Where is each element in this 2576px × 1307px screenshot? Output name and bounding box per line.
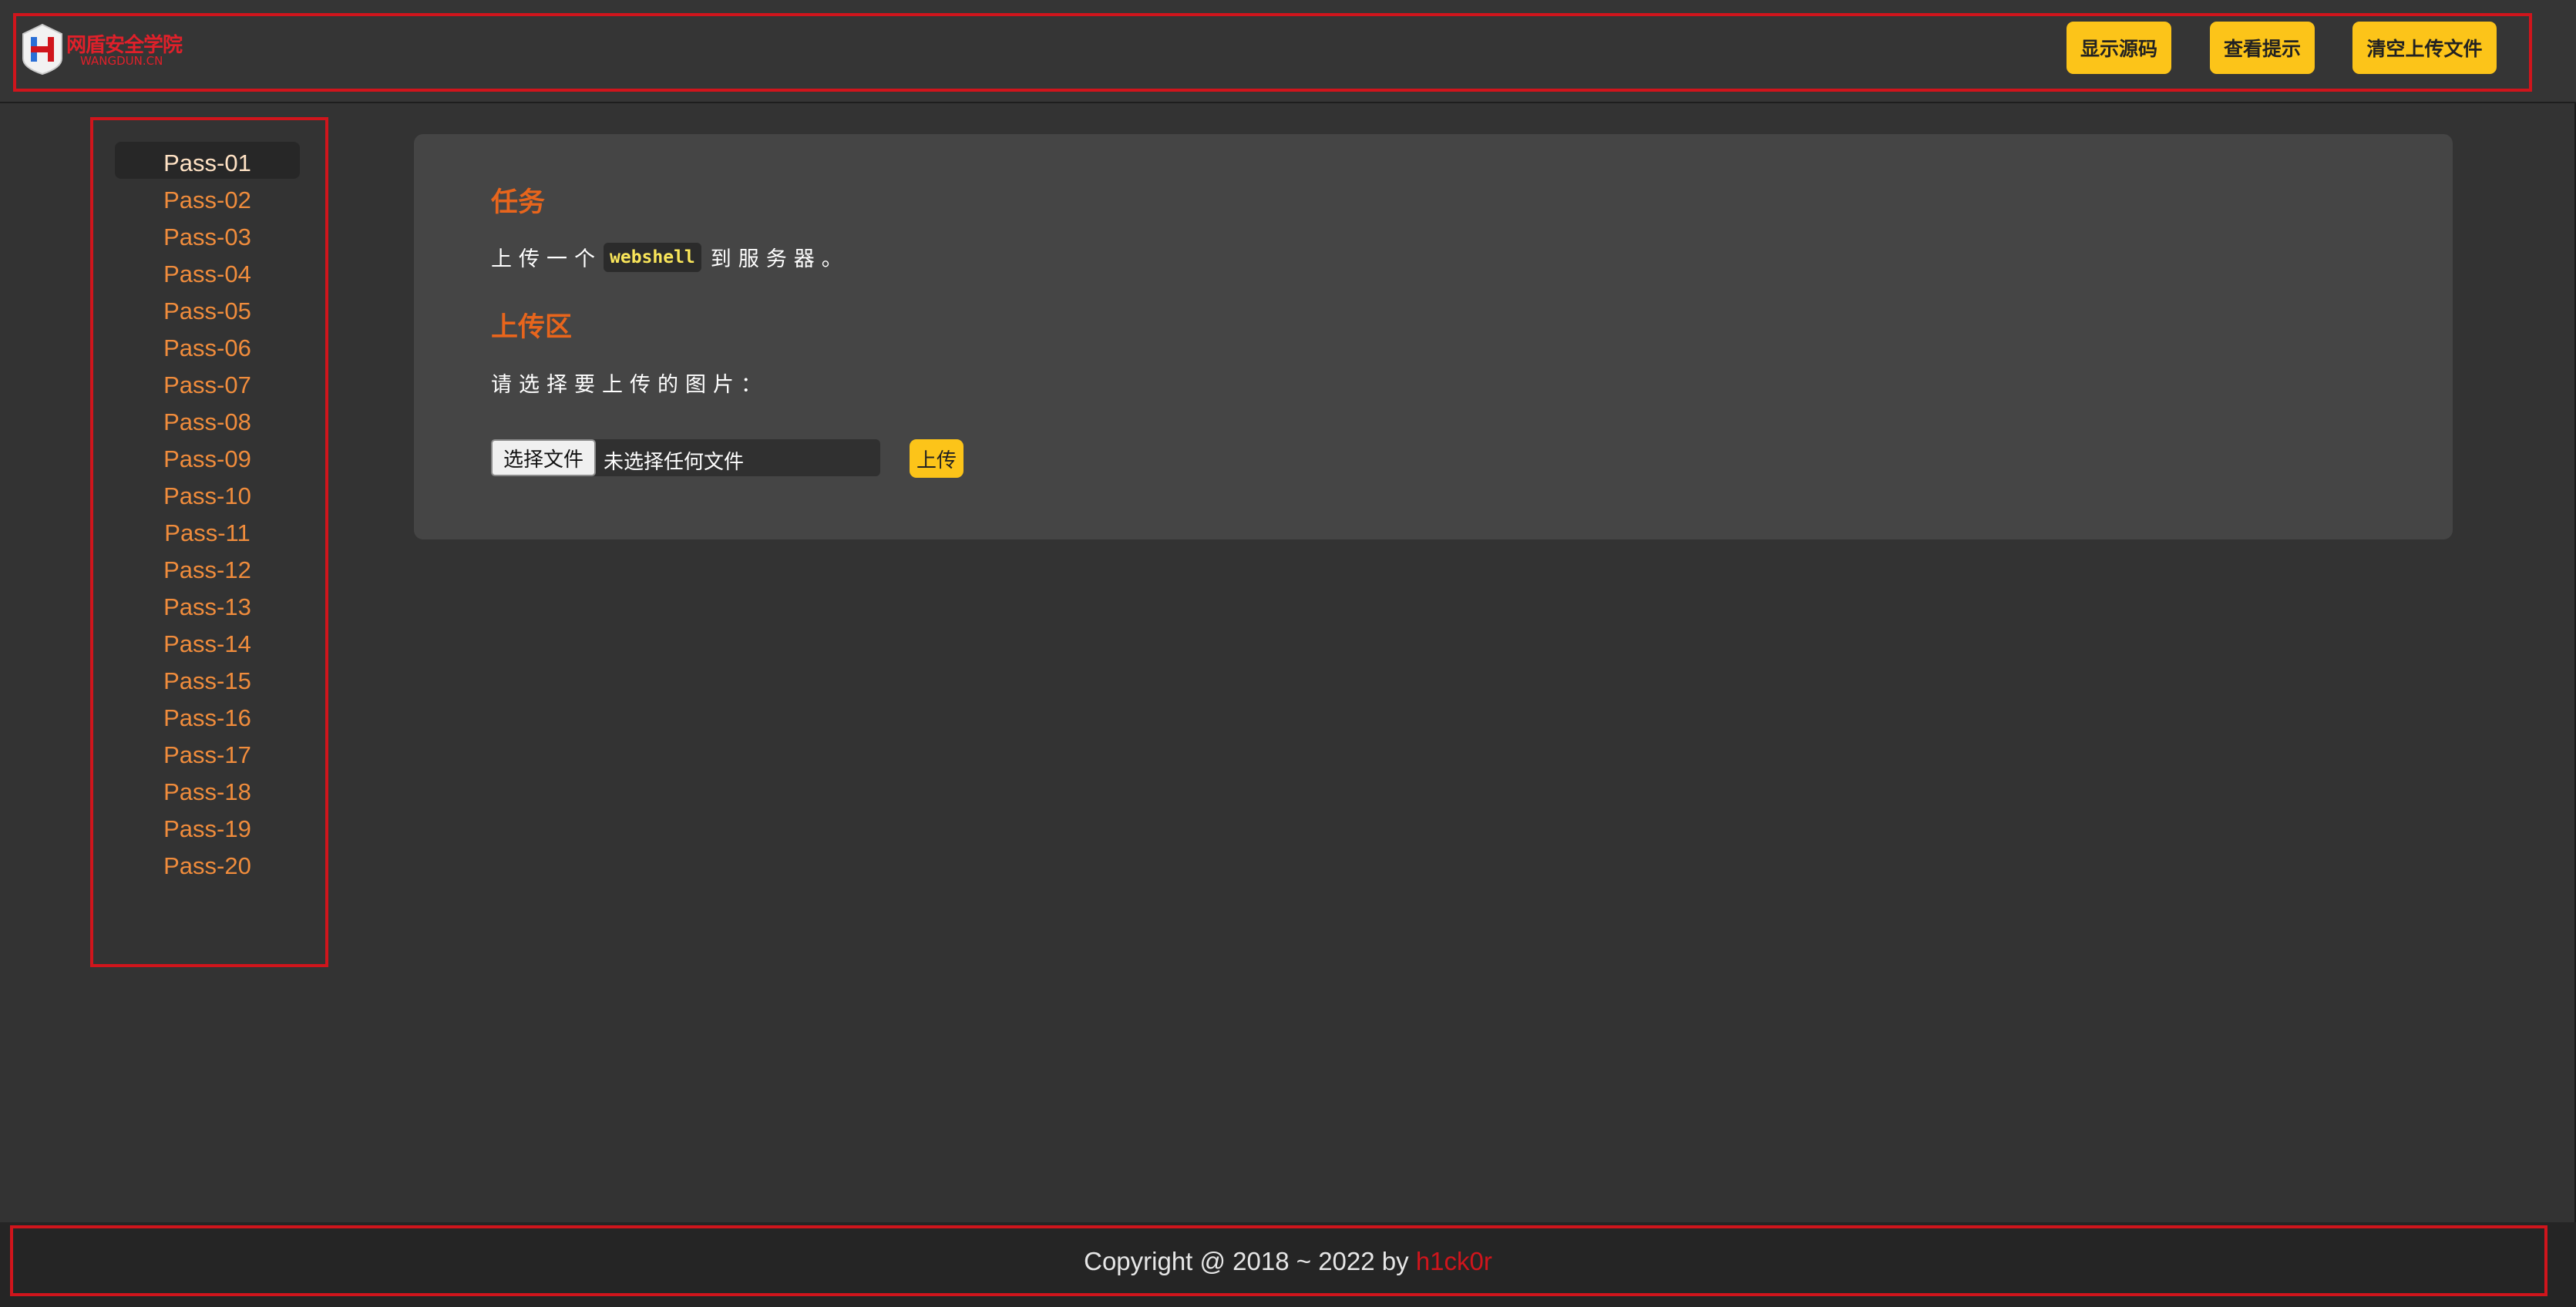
upload-button[interactable]: 上传: [910, 439, 963, 478]
main-panel: 任务 上传一个 webshell 到服务器。 上传区 请选择要上传的图片： 选择…: [414, 134, 2453, 539]
sidebar-nav: Pass-01 Pass-02 Pass-03 Pass-04 Pass-05 …: [115, 142, 300, 882]
sidebar-item-pass-17[interactable]: Pass-17: [115, 734, 300, 771]
task-text-after: 到服务器。: [710, 247, 849, 271]
copyright-text: Copyright @ 2018 ~ 2022 by: [1084, 1247, 1409, 1275]
sidebar-item-pass-10[interactable]: Pass-10: [115, 475, 300, 512]
sidebar-item-pass-09[interactable]: Pass-09: [115, 438, 300, 475]
sidebar-item-pass-02[interactable]: Pass-02: [115, 179, 300, 216]
sidebar-item-pass-01[interactable]: Pass-01: [115, 142, 300, 179]
sidebar-item-pass-03[interactable]: Pass-03: [115, 216, 300, 253]
author-link[interactable]: h1ck0r: [1416, 1247, 1492, 1275]
task-code-keyword: webshell: [604, 242, 701, 272]
header-highlight-box: [13, 13, 2532, 92]
sidebar-item-pass-18[interactable]: Pass-18: [115, 771, 300, 808]
sidebar-item-pass-04[interactable]: Pass-04: [115, 253, 300, 290]
sidebar-item-pass-20[interactable]: Pass-20: [115, 845, 300, 882]
sidebar-item-pass-08[interactable]: Pass-08: [115, 401, 300, 438]
file-input[interactable]: 选择文件 未选择任何文件: [491, 439, 880, 476]
sidebar-item-pass-14[interactable]: Pass-14: [115, 623, 300, 660]
sidebar-item-pass-11[interactable]: Pass-11: [115, 512, 300, 549]
sidebar-item-pass-12[interactable]: Pass-12: [115, 549, 300, 586]
sidebar-item-pass-15[interactable]: Pass-15: [115, 660, 300, 697]
task-heading: 任务: [491, 187, 546, 218]
footer-copyright: Copyright @ 2018 ~ 2022 by h1ck0r: [0, 1247, 2576, 1276]
task-description: 上传一个 webshell 到服务器。: [491, 242, 849, 272]
sidebar-item-pass-13[interactable]: Pass-13: [115, 586, 300, 623]
sidebar-item-pass-19[interactable]: Pass-19: [115, 808, 300, 845]
sidebar-item-pass-06[interactable]: Pass-06: [115, 327, 300, 364]
select-image-label: 请选择要上传的图片：: [491, 373, 768, 397]
sidebar-item-pass-05[interactable]: Pass-05: [115, 290, 300, 327]
upload-heading: 上传区: [491, 312, 573, 343]
choose-file-button[interactable]: 选择文件: [491, 439, 596, 476]
file-status-text: 未选择任何文件: [604, 451, 745, 474]
sidebar-item-pass-16[interactable]: Pass-16: [115, 697, 300, 734]
task-text-before: 上传一个: [491, 247, 602, 271]
sidebar-item-pass-07[interactable]: Pass-07: [115, 364, 300, 401]
